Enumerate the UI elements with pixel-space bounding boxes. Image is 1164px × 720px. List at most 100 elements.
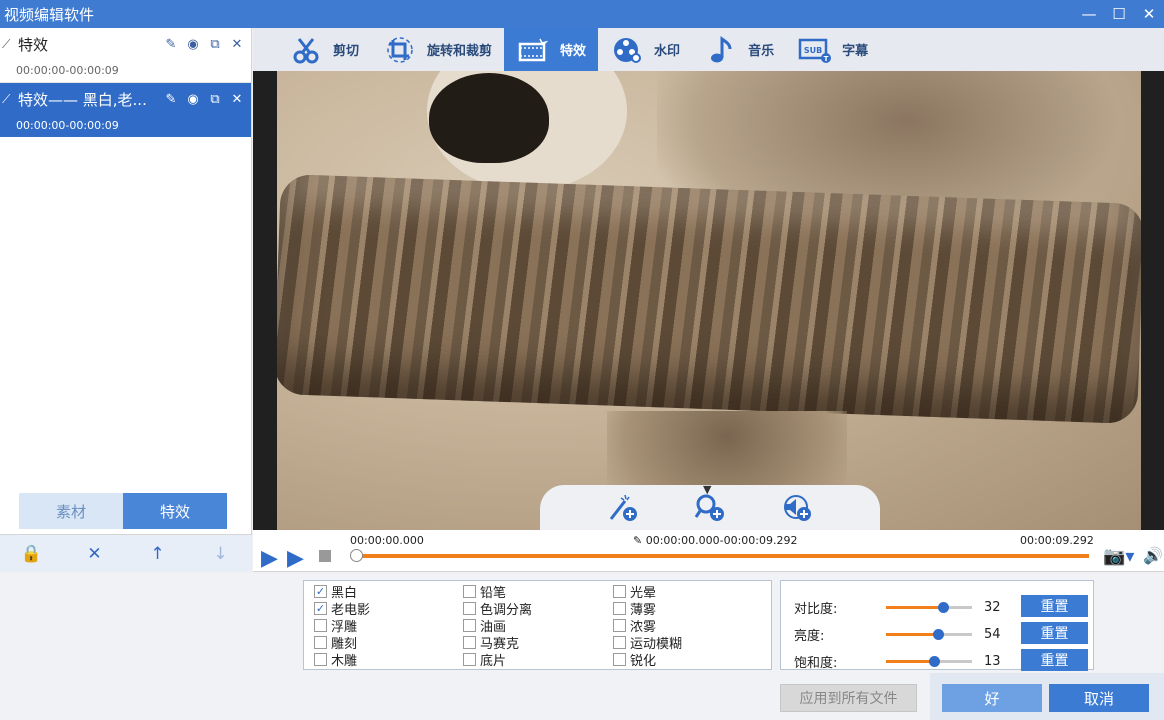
tab-material[interactable]: 素材 [19,493,123,529]
effect-list-item-selected[interactable]: ⟋ 特效—— 黑白,老... ✎ ◉ ⧉ ✕ 00:00:00-00:00:09 [0,83,251,137]
delete-icon[interactable]: ✕ [229,36,245,52]
move-down-icon[interactable]: ↓ [209,544,233,564]
camera-icon[interactable]: 📷▾ [1103,546,1134,567]
effects-settings-area: ✓ 黑白 ✓ 老电影 浮雕 雕刻 木雕 铅笔 色调分离 油画 马赛克 底片 光晕 薄雾 浓雾 运动模糊锐化… [0,573,1164,720]
lock-icon[interactable]: 🔒 [20,544,44,564]
checkbox-checked-icon[interactable]: ✓ [314,585,327,598]
brightness-fill [886,633,938,636]
tab-effects[interactable]: 特效 [123,493,227,529]
cancel-button[interactable]: 取消 [1049,684,1149,712]
edit-icon[interactable]: ✎ [163,36,179,52]
saturation-reset-button[interactable]: 重置 [1021,649,1088,671]
contrast-reset-button[interactable]: 重置 [1021,595,1088,617]
effect-checkbox[interactable]: 运动模糊 [613,634,682,652]
copy-icon[interactable]: ⧉ [207,36,223,52]
effect-item-time: 00:00:00-00:00:09 [16,64,119,77]
add-audio-icon[interactable] [780,491,814,525]
delete-icon[interactable]: ✕ [83,544,107,564]
subtitle-button[interactable]: SUB T 字幕 [786,28,880,71]
checkbox-icon[interactable] [463,636,476,649]
cut-button[interactable]: 剪切 [253,28,371,71]
wand-icon: ⟋ [2,36,11,51]
music-button[interactable]: 音乐 [692,28,786,71]
checkbox-icon[interactable] [613,585,626,598]
stop-icon[interactable] [319,550,331,562]
eye-icon[interactable]: ◉ [185,91,201,107]
effect-checkbox-label: 锐化 [630,654,657,669]
checkbox-icon[interactable] [463,585,476,598]
title-bar: 视频编辑软件 — ☐ ✕ [0,0,1164,28]
move-up-icon[interactable]: ↑ [146,544,170,564]
effect-column-3: 光晕 薄雾 浓雾 运动模糊锐化 [613,583,682,669]
effect-checkbox[interactable]: 木雕 [314,651,370,669]
effect-checkbox[interactable]: 马赛克 [463,634,532,652]
brightness-knob[interactable] [932,629,944,640]
close-button[interactable]: ✕ [1134,0,1164,28]
contrast-knob[interactable] [937,602,949,613]
play-icon[interactable]: ▶ [261,546,278,571]
checkbox-icon[interactable] [613,653,626,666]
saturation-fill [886,660,935,663]
chevron-down-icon[interactable]: ▼ [703,483,711,496]
saturation-label: 饱和度: [794,655,838,671]
svg-text:T: T [824,55,829,63]
effect-item-header[interactable]: ⟋ 特效 ✎ ◉ ⧉ ✕ [0,28,251,60]
watermark-button[interactable]: 水印 [598,28,692,71]
effect-checkbox[interactable]: 底片 [463,651,532,669]
edit-icon[interactable]: ✎ [163,91,179,107]
maximize-button[interactable]: ☐ [1104,0,1134,28]
effect-list-item[interactable]: ⟋ 特效 ✎ ◉ ⧉ ✕ 00:00:00-00:00:09 [0,28,251,83]
brightness-slider[interactable] [886,629,972,640]
timeline-track[interactable] [357,554,1089,558]
effect-checkbox[interactable]: 浓雾 [613,617,682,635]
scissors-icon [289,35,323,65]
checkbox-icon[interactable] [463,619,476,632]
saturation-slider[interactable] [886,656,972,667]
delete-icon[interactable]: ✕ [229,91,245,107]
effect-checkbox[interactable]: 油画 [463,617,532,635]
checkbox-icon[interactable] [314,653,327,666]
add-zoom-icon[interactable] [693,491,727,525]
contrast-slider[interactable] [886,602,972,613]
effect-checkbox[interactable]: 薄雾 [613,600,682,618]
checkbox-icon[interactable] [613,619,626,632]
effect-checkbox[interactable]: 铅笔 [463,583,532,601]
effect-checkbox[interactable]: 雕刻 [314,634,370,652]
ok-button[interactable]: 好 [942,684,1042,712]
checkbox-checked-icon[interactable]: ✓ [314,602,327,615]
checkbox-icon[interactable] [314,619,327,632]
checkbox-icon[interactable] [613,602,626,615]
apply-all-button[interactable]: 应用到所有文件 [780,684,917,712]
effect-checkbox[interactable]: 锐化 [613,651,682,669]
effect-item-header[interactable]: ⟋ 特效—— 黑白,老... ✎ ◉ ⧉ ✕ [0,83,251,115]
saturation-knob[interactable] [929,656,941,667]
copy-icon[interactable]: ⧉ [207,91,223,107]
effect-checkbox[interactable]: ✓ 老电影 [314,600,370,618]
contrast-fill [886,606,943,609]
minimize-button[interactable]: — [1074,0,1104,28]
effects-button[interactable]: 特效 [504,28,599,71]
effect-checkbox[interactable]: 色调分离 [463,600,532,618]
play-selection-icon[interactable]: ▶ [287,546,304,571]
volume-icon[interactable]: 🔊 [1143,546,1163,565]
checkbox-icon[interactable] [314,636,327,649]
watermark-label: 水印 [654,44,681,59]
effect-checkbox[interactable]: 光晕 [613,583,682,601]
add-effect-wand-icon[interactable] [606,491,640,525]
left-tabs: 素材 特效 [19,493,227,529]
edit-toolbar: 剪切 旋转和裁剪 特效 水印 音乐 SUB T 字幕 [253,28,1164,71]
timeline-end-time: 00:00:09.292 [1020,534,1094,547]
checkbox-icon[interactable] [463,653,476,666]
effect-checkbox[interactable]: 浮雕 [314,617,370,635]
effect-checkbox[interactable]: ✓ 黑白 [314,583,370,601]
contrast-label: 对比度: [794,601,838,617]
eye-icon[interactable]: ◉ [185,36,201,52]
brightness-reset-button[interactable]: 重置 [1021,622,1088,644]
timeline-scrubber[interactable] [350,549,363,562]
cut-label: 剪切 [333,44,360,59]
checkbox-icon[interactable] [613,636,626,649]
music-note-icon [704,35,738,65]
timeline: ▶ ▶ 00:00:00.000 ✎ 00:00:00.000-00:00:09… [253,530,1164,572]
checkbox-icon[interactable] [463,602,476,615]
rotate-crop-button[interactable]: 旋转和裁剪 [371,28,504,71]
